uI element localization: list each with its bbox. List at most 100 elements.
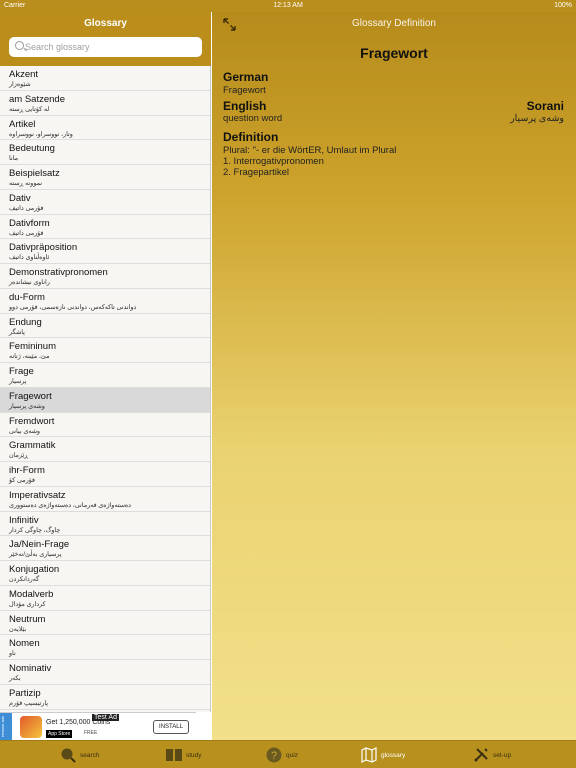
term-sorani: وشەی پرسیار <box>9 402 45 410</box>
term-german: Artikel <box>9 118 36 130</box>
glossary-title: Glossary <box>84 18 127 29</box>
list-item[interactable]: du-Form دواندنی تاکەکەس، دواندنی نازەسمی،… <box>0 289 210 314</box>
english-value: question word <box>223 113 283 124</box>
list-item[interactable]: ihr-Form فۆرمی کۆ <box>0 462 210 487</box>
app-store-badge: App Store <box>46 730 73 738</box>
tab-bar: search study ? quiz glossary set-up <box>0 740 576 768</box>
term-sorani: فۆرمی داتیف <box>9 204 44 212</box>
term-german: Dativpräposition <box>9 242 78 254</box>
term-german: Dativform <box>9 217 50 229</box>
definition-label: Definition <box>223 130 279 144</box>
list-item[interactable]: Nomen ناو <box>0 635 210 660</box>
term-sorani: پرسیاری بەڵێ/نەخێر <box>9 551 62 559</box>
term-german: Imperativsatz <box>9 489 66 501</box>
term-sorani: دواندنی تاکەکەس، دواندنی نازەسمی، فۆرمی … <box>9 303 137 311</box>
word-title: Fragewort <box>360 45 428 61</box>
list-item[interactable]: Infinitiv چاوگ، چاوگی کردار <box>0 512 210 537</box>
list-item[interactable]: Dativpräposition ئاوەڵناوی داتیف <box>0 239 210 264</box>
tab-glossary-label: glossary <box>381 751 406 759</box>
term-sorani: پارتیسیپ فۆرم <box>9 699 49 707</box>
tab-search[interactable]: search <box>60 741 100 768</box>
term-german: Bedeutung <box>9 143 55 155</box>
term-sorani: مێ، مێینە، ژنانە <box>9 353 50 361</box>
term-sorani: بێلایەن <box>9 625 27 633</box>
term-german: Femininum <box>9 341 56 353</box>
term-german: Neutrum <box>9 613 46 625</box>
glossary-list[interactable]: Akzent شێوەزار am Satzende لە کۆتایی ڕستە Ar… <box>0 66 211 712</box>
german-label: German <box>223 70 269 84</box>
test-ad-tag: Test Ad <box>92 714 119 721</box>
term-sorani: کرداری مۆدال <box>9 600 46 608</box>
term-german: du-Form <box>9 291 45 303</box>
list-item[interactable]: Nominativ بکەر <box>0 660 210 685</box>
english-label: English <box>223 99 267 113</box>
term-german: Infinitiv <box>9 514 39 526</box>
term-german: Konjugation <box>9 564 60 575</box>
search-icon <box>61 748 76 763</box>
list-item[interactable]: am Satzende لە کۆتایی ڕستە <box>0 91 210 116</box>
tab-quiz-label: quiz <box>286 751 298 759</box>
term-sorani: فۆرمی داتیف <box>9 229 44 237</box>
term-sorani: وتار، نووسراو، نووسراوە <box>9 130 73 138</box>
list-item[interactable]: Neutrum بێلایەن <box>0 611 210 636</box>
definition-text: Plural: "- er die WörtER, Umlaut im Plur… <box>223 145 396 178</box>
term-sorani: مانا <box>9 155 18 163</box>
sorani-label: Sorani <box>526 99 564 113</box>
list-item[interactable]: Demonstrativpronomen راناوی نیشاندەر <box>0 264 210 289</box>
remove-ads-button[interactable]: remove ads <box>0 713 12 741</box>
term-german: Partizip <box>9 687 41 699</box>
status-bar: Carrier 12:13 AM 100% <box>0 0 576 12</box>
list-item[interactable]: Imperativsatz دەستەواژەی فەرمانی، دەستەوا… <box>0 487 210 512</box>
tab-study-label: study <box>186 751 202 759</box>
tab-quiz[interactable]: ? quiz <box>266 741 298 768</box>
term-sorani: ئاوەڵناوی داتیف <box>9 254 50 262</box>
term-german: Dativ <box>9 192 31 204</box>
battery-label: 100% <box>554 2 572 9</box>
term-sorani: پرسیار <box>9 378 27 385</box>
term-sorani: ڕێزمان <box>9 452 28 460</box>
list-item[interactable]: Dativ فۆرمی داتیف <box>0 190 210 215</box>
term-sorani: نموونە ڕستە <box>9 180 42 187</box>
term-sorani: راناوی نیشاندەر <box>9 279 50 286</box>
list-item[interactable]: Dativform فۆرمی داتیف <box>0 215 210 240</box>
svg-text:?: ? <box>271 750 277 762</box>
list-item[interactable]: Ja/Nein-Frage پرسیاری بەڵێ/نەخێر <box>0 536 210 561</box>
term-german: Frage <box>9 366 34 377</box>
tab-study[interactable]: study <box>166 741 202 768</box>
install-button[interactable]: INSTALL <box>153 720 189 734</box>
list-item[interactable]: Fragewort وشەی پرسیار <box>0 387 210 413</box>
list-item[interactable]: Beispielsatz نموونە ڕستە <box>0 165 210 190</box>
list-item[interactable]: Bedeutung مانا <box>0 140 210 165</box>
term-sorani: شێوەزار <box>9 81 31 88</box>
list-item[interactable]: Partizip پارتیسیپ فۆرم <box>0 685 210 710</box>
book-icon <box>166 749 182 761</box>
term-sorani: چاوگ، چاوگی کردار <box>9 526 61 534</box>
list-item[interactable]: Modalverb کرداری مۆدال <box>0 586 210 611</box>
tools-icon <box>474 748 488 762</box>
search-field[interactable] <box>9 37 202 57</box>
term-german: Grammatik <box>9 440 56 452</box>
list-item[interactable]: Grammatik ڕێزمان <box>0 437 210 462</box>
ad-banner[interactable]: remove ads Get 1,250,000 Coins Test Ad A… <box>0 712 196 741</box>
tab-glossary[interactable]: glossary <box>361 741 405 768</box>
list-item[interactable]: Akzent شێوەزار <box>0 66 210 91</box>
definition-line: Plural: "- er die WörtER, Umlaut im Plur… <box>223 145 397 156</box>
term-sorani: وشەی بیانی <box>9 427 40 435</box>
german-value: Fragewort <box>223 85 266 96</box>
search-input[interactable] <box>24 37 200 57</box>
list-item[interactable]: Konjugation گەردانکردن <box>0 561 210 586</box>
list-item[interactable]: Endung پاشگر <box>0 314 210 339</box>
status-time: 12:13 AM <box>273 2 303 9</box>
list-item[interactable]: Femininum مێ، مێینە، ژنانە <box>0 338 210 363</box>
sorani-value: وشەی پرسیار <box>510 113 564 124</box>
list-item[interactable]: Frage پرسیار <box>0 363 210 388</box>
term-sorani: پاشگر <box>9 328 25 336</box>
tab-setup[interactable]: set-up <box>473 741 511 768</box>
list-item[interactable]: Fremdwort وشەی بیانی <box>0 413 210 438</box>
list-item[interactable]: Artikel وتار، نووسراو، نووسراوە <box>0 116 210 141</box>
term-german: Akzent <box>9 69 39 80</box>
ad-image <box>20 716 42 738</box>
definition-header: Glossary Definition <box>212 12 576 40</box>
term-sorani: ناو <box>9 650 16 658</box>
term-sorani: دەستەواژەی فەرمانی، دەستەواژەی دەستووری <box>9 501 131 509</box>
